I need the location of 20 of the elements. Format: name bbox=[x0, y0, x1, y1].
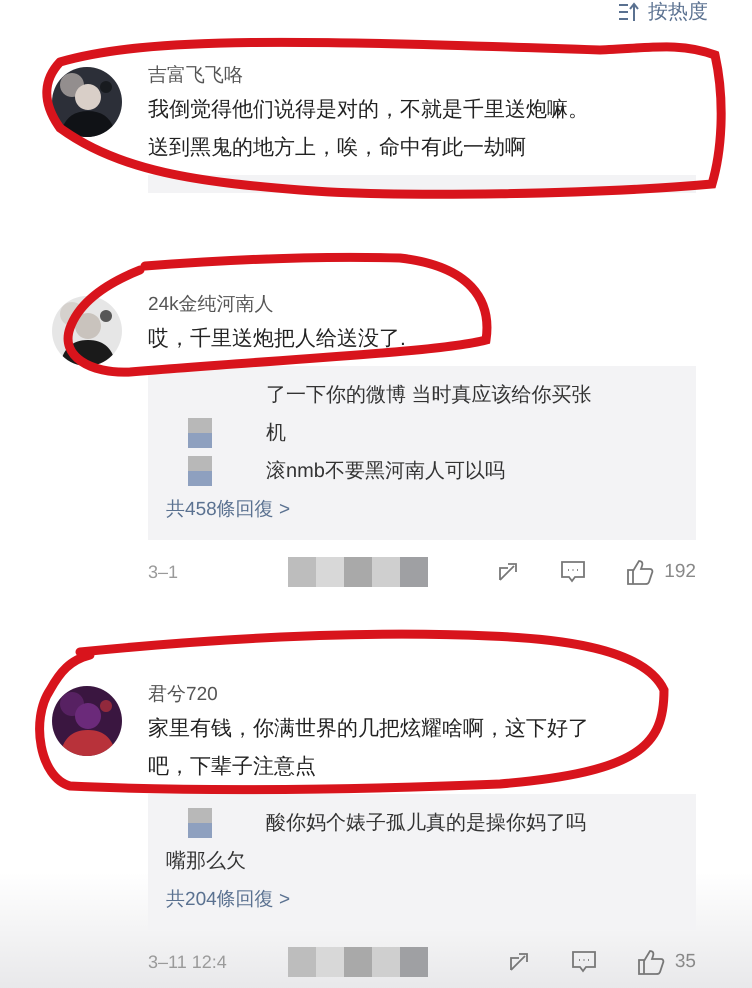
reply-text: 了一下你的微博 当时真应该给你买张 bbox=[266, 383, 592, 408]
comment-text: 送到黑鬼的地方上，唉，命中有此一劫啊 bbox=[148, 135, 527, 161]
user-name[interactable]: 君兮720 bbox=[148, 680, 712, 710]
like-count: 35 bbox=[674, 951, 696, 973]
comment-time: 3–11 12:4 bbox=[148, 952, 228, 972]
comment-text: 哎，千里送炮把人给送没了. bbox=[148, 326, 407, 352]
more-replies-link[interactable]: 共204條回復 > bbox=[166, 882, 678, 918]
user-name[interactable]: 吉富飞飞咯 bbox=[148, 61, 712, 91]
reply-text: 酸你妈个婊子孤儿真的是操你妈了吗 bbox=[266, 811, 586, 836]
reply-text: 机 bbox=[266, 421, 286, 446]
reply-text: 嘴那么欠 bbox=[166, 849, 246, 874]
sort-by-popularity[interactable]: 按热度 bbox=[648, 1, 708, 23]
user-name[interactable]: 24k金纯河南人 bbox=[148, 290, 712, 320]
comment-text: 家里有钱，你满世界的几把炫耀啥啊，这下好了 bbox=[148, 716, 590, 742]
like-count: 192 bbox=[664, 561, 696, 583]
comment-text: 我倒觉得他们说得是对的，不就是千里送炮嘛。 bbox=[148, 97, 590, 123]
comment-text: 吧，下辈子注意点 bbox=[148, 754, 317, 780]
comment-time: 3–1 bbox=[148, 562, 180, 582]
more-replies-link[interactable]: 共458條回復 > bbox=[166, 492, 678, 528]
reply-text: 滚nmb不要黑河南人可以吗 bbox=[266, 459, 505, 484]
